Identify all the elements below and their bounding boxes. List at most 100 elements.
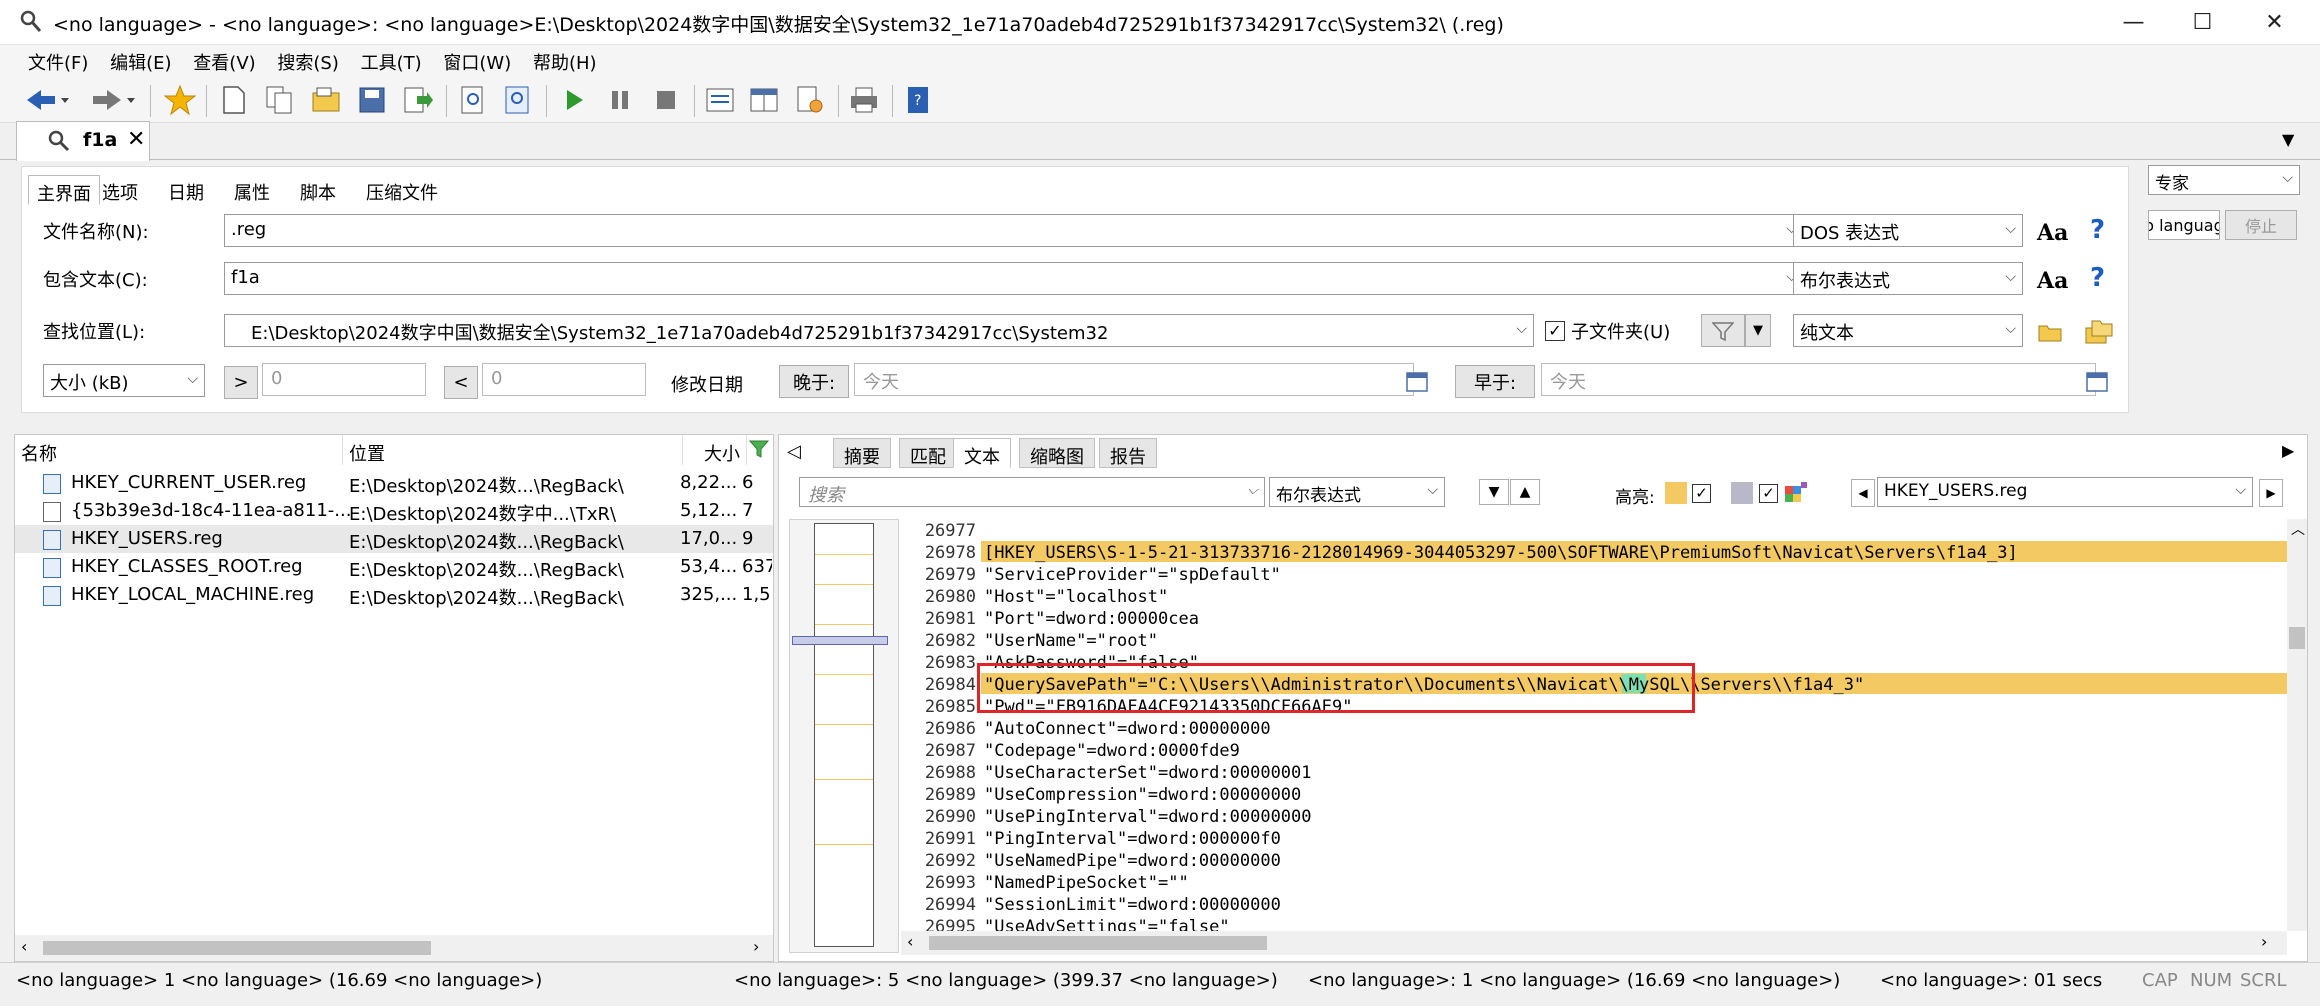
greater-than-button[interactable]: > — [224, 366, 258, 399]
column-header-name[interactable]: 名称 — [15, 435, 343, 465]
tab-options[interactable]: 选项 — [94, 175, 146, 205]
help-book-icon[interactable]: ? — [900, 83, 936, 117]
export-icon[interactable] — [400, 83, 436, 117]
menu-help[interactable]: 帮助(H) — [525, 45, 605, 75]
save-icon[interactable] — [354, 83, 390, 117]
earlier-date-input[interactable]: 今天 — [1541, 363, 2096, 396]
previous-match-icon[interactable]: ▲ — [1510, 479, 1540, 505]
next-file-icon[interactable]: ▶ — [2259, 479, 2283, 507]
earlier-than-button[interactable]: 早于: — [1455, 365, 1535, 398]
filename-input[interactable]: .reg ⌵ — [224, 214, 1804, 247]
calendar-icon[interactable] — [2085, 369, 2109, 393]
secondary-color-swatch[interactable] — [1731, 482, 1753, 504]
multi-folder-icon[interactable] — [2084, 318, 2114, 346]
secondary-checkbox[interactable]: ✓ — [1759, 484, 1778, 503]
tab-summary[interactable]: 摘要 — [833, 438, 891, 468]
highlight-color-swatch[interactable] — [1665, 482, 1687, 504]
column-header-location[interactable]: 位置 — [343, 435, 683, 465]
vertical-scrollbar[interactable]: ︿ — [2287, 519, 2307, 931]
results-list-icon[interactable] — [702, 83, 738, 117]
table-row[interactable]: HKEY_LOCAL_MACHINE.reg E:\Desktop\2024数.… — [15, 581, 773, 609]
contains-text-input[interactable]: f1a ⌵ — [224, 262, 1804, 295]
highlight-checkbox[interactable]: ✓ — [1692, 484, 1711, 503]
menu-view[interactable]: 查看(V) — [185, 45, 263, 75]
size-max-input[interactable]: 0 — [482, 363, 646, 396]
search-document-icon[interactable] — [456, 83, 492, 117]
tabs-scroll-right-icon[interactable]: ▶ — [2282, 441, 2294, 460]
stop-icon[interactable] — [648, 83, 684, 117]
preview-file-select[interactable]: HKEY_USERS.reg ⌵ — [1877, 477, 2253, 507]
menu-file[interactable]: 文件(F) — [20, 45, 96, 75]
tab-archives[interactable]: 压缩文件 — [358, 175, 446, 205]
table-row[interactable]: HKEY_CLASSES_ROOT.reg E:\Desktop\2024数..… — [15, 553, 773, 581]
horizontal-scrollbar[interactable]: ‹ › — [901, 931, 2287, 955]
later-than-button[interactable]: 晚于: — [779, 365, 849, 398]
scrollbar-thumb[interactable] — [2289, 627, 2305, 649]
tab-search-f1a[interactable]: f1a ✕ — [16, 121, 150, 161]
next-match-icon[interactable]: ▼ — [1479, 479, 1509, 505]
tab-close-icon[interactable]: ✕ — [127, 127, 145, 152]
menu-window[interactable]: 窗口(W) — [435, 45, 519, 75]
minimize-button[interactable]: — — [2099, 0, 2168, 45]
color-palette-icon[interactable] — [1783, 480, 1809, 506]
help-icon[interactable]: ? — [2090, 263, 2105, 293]
search-options-icon[interactable] — [500, 83, 536, 117]
later-date-input[interactable]: 今天 — [854, 363, 1414, 396]
filter-results-icon[interactable] — [749, 439, 771, 461]
filter-dropdown-icon[interactable]: ▼ — [1745, 314, 1771, 347]
preview-search-input[interactable]: 搜索 ⌵ — [799, 477, 1265, 507]
open-folder-icon[interactable] — [308, 83, 344, 117]
new-document-icon[interactable] — [216, 83, 252, 117]
subfolders-checkbox[interactable]: ✓ — [1545, 321, 1565, 341]
scrollbar-thumb[interactable] — [929, 936, 1267, 950]
scroll-right-icon[interactable]: › — [753, 937, 759, 956]
tab-script[interactable]: 脚本 — [292, 175, 344, 205]
scroll-up-icon[interactable]: ︿ — [2291, 519, 2305, 539]
start-search-icon[interactable] — [556, 83, 592, 117]
favorites-star-icon[interactable] — [162, 83, 198, 117]
tab-list-chevron-down-icon[interactable]: ▼ — [2282, 130, 2294, 149]
text-preview[interactable]: 26977 26978 [HKEY_USERS\S-1-5-21-31373371… — [901, 519, 2287, 931]
tab-text[interactable]: 文本 — [953, 438, 1011, 468]
settings-document-icon[interactable] — [792, 83, 828, 117]
contains-mode-select[interactable]: 布尔表达式 ⌵ — [1793, 262, 2023, 295]
help-icon[interactable]: ? — [2090, 215, 2105, 245]
table-row[interactable]: HKEY_CURRENT_USER.reg E:\Desktop\2024数..… — [15, 469, 773, 497]
horizontal-scrollbar[interactable]: ‹ › — [15, 935, 773, 961]
menu-edit[interactable]: 编辑(E) — [102, 45, 179, 75]
scroll-right-icon[interactable]: › — [2261, 932, 2267, 951]
menu-search[interactable]: 搜索(S) — [269, 45, 346, 75]
tab-thumbnails[interactable]: 缩略图 — [1019, 438, 1095, 468]
preview-mode-select[interactable]: 布尔表达式 ⌵ — [1269, 477, 1445, 507]
filter-icon[interactable] — [1701, 314, 1745, 347]
column-header-size[interactable]: 大小 — [683, 435, 747, 465]
mode-select[interactable]: 专家 ⌵ — [2148, 165, 2300, 195]
match-case-icon[interactable]: Aa — [2037, 268, 2068, 294]
layout-icon[interactable] — [746, 83, 782, 117]
size-min-input[interactable]: 0 — [262, 363, 426, 396]
back-icon[interactable] — [22, 83, 72, 117]
language-button[interactable]: o languag — [2148, 210, 2220, 240]
print-icon[interactable] — [846, 83, 882, 117]
tab-report[interactable]: 报告 — [1099, 438, 1157, 468]
copy-documents-icon[interactable] — [262, 83, 298, 117]
pause-icon[interactable] — [602, 83, 638, 117]
tabs-scroll-left-icon[interactable]: ◁ — [787, 441, 801, 462]
scrollbar-thumb[interactable] — [43, 941, 431, 955]
browse-folder-icon[interactable] — [2037, 320, 2065, 344]
menu-tools[interactable]: 工具(T) — [353, 45, 430, 75]
stop-button[interactable]: 停止 — [2225, 210, 2297, 240]
tab-matches[interactable]: 匹配 — [899, 438, 957, 468]
less-than-button[interactable]: < — [444, 366, 478, 399]
filename-mode-select[interactable]: DOS 表达式 ⌵ — [1793, 214, 2023, 247]
document-minimap[interactable] — [789, 519, 899, 953]
table-row[interactable]: {53b39e3d-18c4-11ea-a811-... E:\Desktop\… — [15, 497, 773, 525]
tab-date[interactable]: 日期 — [160, 175, 212, 205]
location-input[interactable]: E:\Desktop\2024数字中国\数据安全\System32_1e71a7… — [224, 314, 1534, 347]
table-row-selected[interactable]: HKEY_USERS.reg E:\Desktop\2024数...\RegBa… — [15, 525, 773, 553]
previous-file-icon[interactable]: ◀ — [1851, 479, 1875, 507]
close-button[interactable]: ✕ — [2240, 0, 2309, 45]
maximize-button[interactable]: ☐ — [2168, 0, 2237, 45]
forward-icon[interactable] — [88, 83, 138, 117]
tab-main[interactable]: 主界面 — [28, 175, 100, 205]
